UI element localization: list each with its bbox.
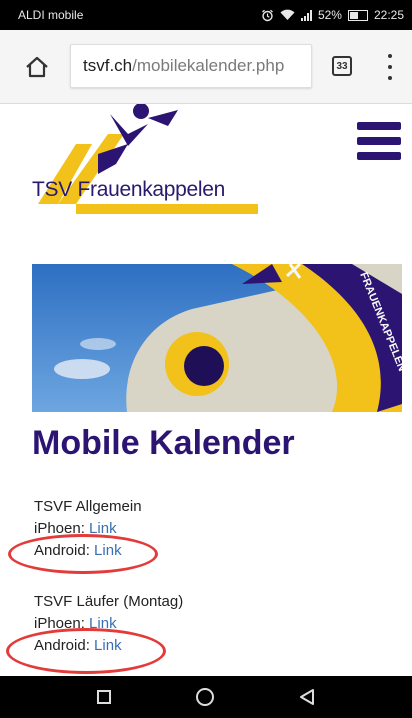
carrier-name: ALDI mobile: [18, 8, 84, 22]
battery-percent: 52%: [317, 8, 342, 22]
wifi-icon: [280, 9, 295, 20]
home-button[interactable]: [22, 52, 52, 82]
more-vert-icon[interactable]: [386, 54, 394, 80]
club-flag-banner: FRAUENKAPPELEN: [32, 264, 402, 412]
phone-screen: ALDI mobile 52% 22:25 tsvf.ch/mobilekale…: [0, 0, 412, 718]
clock: 22:25: [373, 8, 404, 22]
url-path: /mobilekalender.php: [132, 56, 285, 75]
status-bar: ALDI mobile 52% 22:25: [0, 0, 412, 30]
status-icons: 52% 22:25: [261, 8, 404, 22]
annotation-circle: [6, 628, 166, 674]
system-nav-bar: [0, 676, 412, 718]
calendar-name: TSVF Läufer (Montag): [34, 593, 184, 610]
tab-count: 33: [336, 60, 348, 72]
recents-icon[interactable]: [97, 690, 112, 704]
home-nav-icon[interactable]: [195, 688, 214, 706]
menu-icon[interactable]: [357, 122, 401, 160]
alarm-icon: [262, 9, 273, 21]
battery-icon: [347, 9, 368, 21]
tab-switcher-button[interactable]: 33: [332, 56, 352, 76]
web-page: TSV Frauenkappelen FRAUENKAPPELEN Mobile…: [0, 104, 412, 676]
home-icon: [26, 56, 48, 78]
club-name: TSV Frauenkappelen: [32, 178, 226, 201]
signal-icon: [300, 9, 312, 21]
address-bar[interactable]: tsvf.ch/mobilekalender.php: [70, 44, 312, 88]
page-title: Mobile Kalender: [32, 424, 295, 462]
calendar-name: TSVF Allgemein: [34, 498, 142, 515]
back-icon[interactable]: [299, 688, 315, 706]
annotation-circle: [8, 534, 158, 574]
url-domain: tsvf.ch: [83, 56, 133, 75]
browser-toolbar: tsvf.ch/mobilekalender.php 33: [0, 30, 412, 104]
